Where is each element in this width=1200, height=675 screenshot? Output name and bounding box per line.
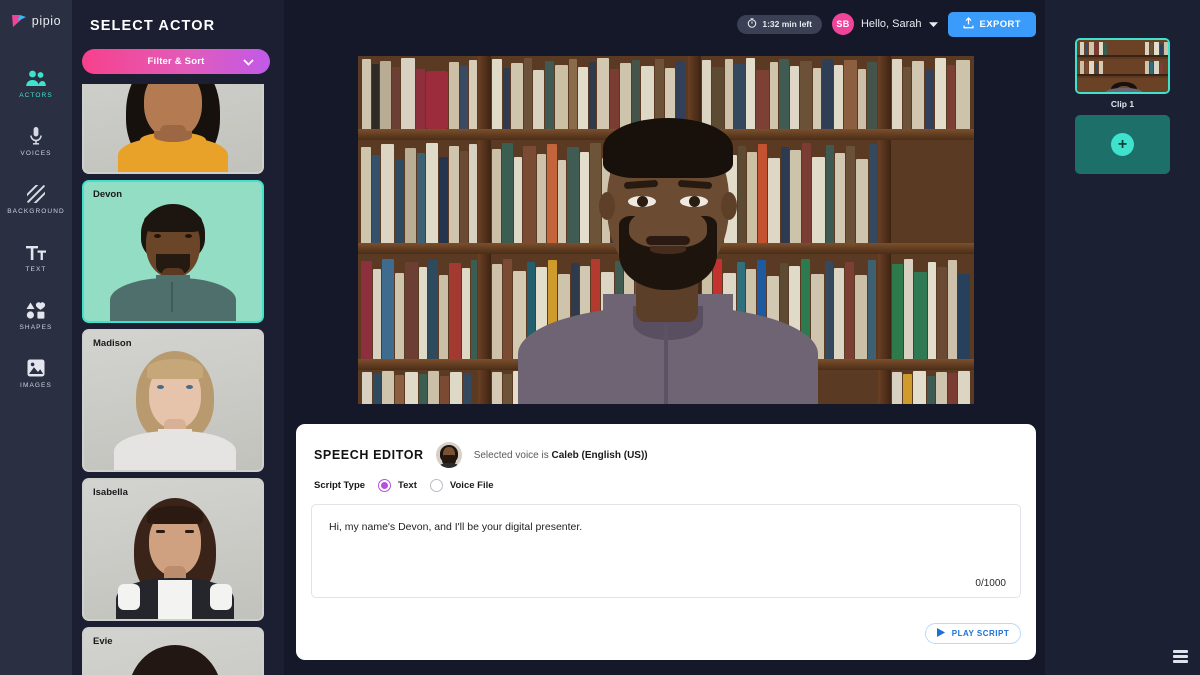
app-logo[interactable]: pipio (11, 13, 61, 28)
upload-icon (962, 16, 974, 32)
actor-card[interactable] (82, 84, 264, 174)
video-preview-stage[interactable] (358, 56, 974, 404)
actor-name: Madison (93, 338, 132, 349)
rail-item-list: ACTORS VOICES BACKGROUND TEXT SHAPES IMA… (0, 54, 72, 402)
clips-panel: Clip 1 + (1045, 0, 1200, 675)
actor-thumbnail (84, 480, 262, 619)
sidebar-item-images[interactable]: IMAGES (0, 344, 72, 402)
radio-text-indicator[interactable] (378, 479, 392, 492)
play-script-label: PLAY SCRIPT (951, 629, 1010, 638)
sidebar-item-voices[interactable]: VOICES (0, 112, 72, 170)
sidebar-item-text[interactable]: TEXT (0, 228, 72, 286)
sidebar-item-shapes[interactable]: SHAPES (0, 286, 72, 344)
chevron-down-icon (928, 15, 938, 33)
speech-editor-header: SPEECH EDITOR Selected voice is Caleb (E… (296, 424, 1036, 468)
sidebar-item-background[interactable]: BACKGROUND (0, 170, 72, 228)
selected-voice-text: Selected voice is Caleb (English (US)) (474, 450, 648, 461)
actor-card-madison[interactable]: Madison (82, 329, 264, 472)
voice-name: Caleb (English (US)) (551, 449, 648, 461)
actor-name: Evie (93, 636, 113, 647)
hamburger-menu-icon[interactable] (1173, 650, 1188, 663)
clip-label: Clip 1 (1110, 99, 1135, 109)
actor-list[interactable]: Devon Madison Isabella Evie (82, 84, 276, 675)
play-triangle-icon (936, 628, 945, 639)
actor-card-evie[interactable]: Evie (82, 627, 264, 675)
filter-sort-button[interactable]: Filter & Sort (82, 49, 270, 74)
app-root: pipio ACTORS VOICES BACKGROUND TEXT SHAP… (0, 0, 1200, 675)
radio-text-label: Text (398, 480, 417, 491)
actor-name: Devon (93, 189, 123, 200)
voice-prefix: Selected voice is (473, 449, 552, 461)
people-icon (25, 67, 47, 87)
sidebar-label-images: IMAGES (20, 382, 52, 389)
sidebar-label-voices: VOICES (20, 150, 52, 157)
shapes-icon (26, 299, 46, 319)
actor-thumbnail (84, 182, 262, 321)
filter-sort-label: Filter & Sort (147, 56, 205, 67)
user-greeting: Hello, Sarah (860, 18, 922, 30)
top-bar: 1:32 min left SB Hello, Sarah EXPORT (284, 0, 1045, 48)
radio-voice-file-label: Voice File (449, 480, 494, 491)
avatar: SB (831, 13, 854, 35)
sidebar-label-actors: ACTORS (19, 92, 53, 99)
plus-icon: + (1111, 133, 1134, 156)
speech-editor-title: SPEECH EDITOR (314, 448, 424, 462)
microphone-icon (29, 125, 43, 145)
time-remaining-label: 1:32 min left (762, 19, 812, 29)
sidebar-item-actors[interactable]: ACTORS (0, 54, 72, 112)
actor-selection-panel: SELECT ACTOR Filter & Sort Devon Madison… (72, 0, 341, 675)
script-type-label: Script Type (314, 480, 366, 491)
script-type-row: Script Type Text Voice File (296, 468, 1036, 492)
logo-text: pipio (31, 13, 62, 28)
left-icon-rail: pipio ACTORS VOICES BACKGROUND TEXT SHAP… (0, 0, 72, 675)
clip-thumbnail-1[interactable] (1075, 38, 1170, 94)
actor-card-devon[interactable]: Devon (82, 180, 264, 323)
actor-thumbnail (84, 331, 262, 470)
chevron-down-icon (243, 58, 254, 69)
sidebar-label-shapes: SHAPES (19, 324, 53, 331)
page-title: SELECT ACTOR (90, 18, 216, 34)
pipio-logo-mark (11, 13, 28, 28)
radio-option-voice-file[interactable]: Voice File (429, 479, 494, 492)
export-button[interactable]: EXPORT (947, 11, 1036, 37)
time-remaining-badge[interactable]: 1:32 min left (737, 14, 822, 34)
character-count: 0/1000 (975, 578, 1006, 589)
image-icon (27, 357, 45, 377)
export-label: EXPORT (979, 18, 1021, 30)
script-text[interactable]: Hi, my name's Devon, and I'll be your di… (329, 521, 582, 533)
actor-name: Isabella (93, 487, 128, 498)
radio-voice-file-indicator[interactable] (429, 479, 443, 492)
voice-avatar (435, 442, 462, 468)
play-script-button[interactable]: PLAY SCRIPT (925, 623, 1021, 644)
text-tt-icon (26, 241, 46, 261)
script-input-area[interactable]: Hi, my name's Devon, and I'll be your di… (311, 504, 1021, 598)
sidebar-label-background: BACKGROUND (7, 208, 65, 215)
stopwatch-icon (747, 18, 757, 30)
radio-option-text[interactable]: Text (378, 479, 417, 492)
actor-thumbnail (84, 84, 262, 172)
add-clip-button[interactable]: + (1075, 115, 1170, 174)
user-menu[interactable]: SB Hello, Sarah (831, 13, 938, 35)
main-content: 1:32 min left SB Hello, Sarah EXPORT SPE… (284, 0, 1045, 675)
background-hatch-icon (27, 183, 45, 203)
sidebar-label-text: TEXT (25, 266, 47, 273)
speech-editor-panel: SPEECH EDITOR Selected voice is Caleb (E… (296, 424, 1036, 660)
actor-card-isabella[interactable]: Isabella (82, 478, 264, 621)
